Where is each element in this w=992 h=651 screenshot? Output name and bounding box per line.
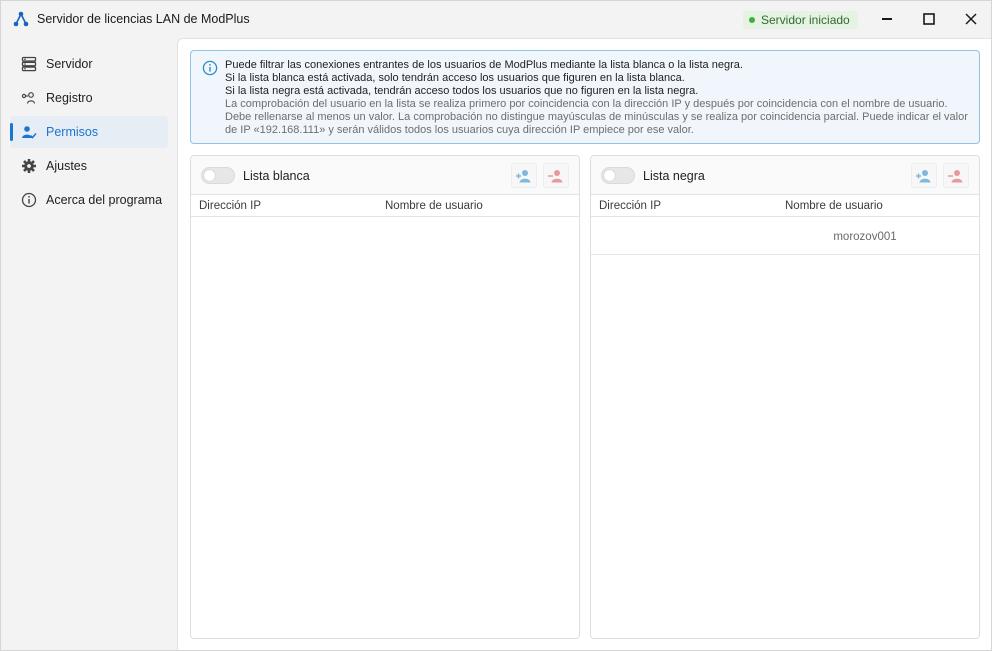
minimize-button[interactable]: [867, 5, 907, 33]
blacklist-remove-user-button[interactable]: [943, 163, 969, 188]
sidebar: Servidor Registro Permisos Ajustes Acerc…: [1, 38, 177, 650]
status-badge: Servidor iniciado: [743, 11, 858, 29]
blacklist-add-user-button[interactable]: [911, 163, 937, 188]
info-line: Si la lista blanca está activada, solo t…: [225, 72, 685, 84]
sidebar-item-label: Ajustes: [46, 159, 87, 173]
sidebar-item-label: Registro: [46, 91, 93, 105]
column-header-username[interactable]: Nombre de usuario: [385, 200, 483, 212]
info-icon: [21, 192, 37, 208]
sidebar-item-servidor[interactable]: Servidor: [10, 48, 168, 80]
column-header-ip[interactable]: Dirección IP: [599, 200, 661, 212]
remove-user-icon: [948, 169, 963, 182]
blacklist-header: Lista negra: [591, 156, 979, 195]
remove-user-icon: [548, 169, 563, 182]
whitelist-header: Lista blanca: [191, 156, 579, 195]
app-window: Servidor de licencias LAN de ModPlus Ser…: [0, 0, 992, 651]
window-title: Servidor de licencias LAN de ModPlus: [37, 12, 250, 26]
sidebar-item-acerca[interactable]: Acerca del programa: [10, 184, 168, 216]
maximize-button[interactable]: [909, 5, 949, 33]
toggle-knob: [604, 170, 615, 181]
whitelist-remove-user-button[interactable]: [543, 163, 569, 188]
sidebar-item-registro[interactable]: Registro: [10, 82, 168, 114]
whitelist-add-user-button[interactable]: [511, 163, 537, 188]
gear-icon: [22, 159, 36, 173]
cell-username: morozov001: [833, 231, 897, 243]
log-icon: [21, 92, 36, 104]
status-dot-icon: [749, 17, 755, 23]
server-icon: [21, 56, 37, 72]
blacklist-title: Lista negra: [643, 169, 705, 183]
add-user-icon: [516, 169, 531, 182]
close-button[interactable]: [951, 5, 991, 33]
column-header-username[interactable]: Nombre de usuario: [785, 200, 883, 212]
info-circle-icon: [202, 60, 218, 76]
sidebar-item-ajustes[interactable]: Ajustes: [10, 150, 168, 182]
whitelist-toggle[interactable]: [201, 167, 235, 184]
maximize-icon: [923, 13, 935, 25]
title-bar[interactable]: Servidor de licencias LAN de ModPlus Ser…: [1, 1, 991, 38]
table-row[interactable]: morozov001: [591, 217, 979, 255]
column-header-ip[interactable]: Dirección IP: [199, 200, 261, 212]
blacklist-panel: Lista negra Dirección IP Nombre de usuar…: [590, 155, 980, 639]
whitelist-table-header: Dirección IP Nombre de usuario: [191, 195, 579, 217]
info-bar: Puede filtrar las conexiones entrantes d…: [190, 50, 980, 144]
minimize-icon: [882, 18, 892, 20]
info-text: Puede filtrar las conexiones entrantes d…: [225, 59, 973, 137]
toggle-knob: [204, 170, 215, 181]
close-icon: [965, 13, 977, 25]
user-check-icon: [22, 126, 37, 139]
sidebar-item-label: Acerca del programa: [46, 193, 163, 207]
sidebar-item-permisos[interactable]: Permisos: [10, 116, 168, 148]
blacklist-toggle[interactable]: [601, 167, 635, 184]
info-line: Si la lista negra está activada, tendrán…: [225, 85, 699, 97]
app-logo-icon: [13, 11, 29, 27]
add-user-icon: [916, 169, 931, 182]
sidebar-item-label: Servidor: [46, 57, 93, 71]
blacklist-table-header: Dirección IP Nombre de usuario: [591, 195, 979, 217]
sidebar-item-label: Permisos: [46, 125, 99, 139]
whitelist-title: Lista blanca: [243, 169, 310, 183]
info-note: La comprobación del usuario en la lista …: [225, 98, 968, 136]
status-text: Servidor iniciado: [761, 13, 850, 27]
info-line: Puede filtrar las conexiones entrantes d…: [225, 59, 743, 71]
whitelist-panel: Lista blanca Dirección IP Nombre de usua…: [190, 155, 580, 639]
main-content: Puede filtrar las conexiones entrantes d…: [177, 38, 991, 650]
